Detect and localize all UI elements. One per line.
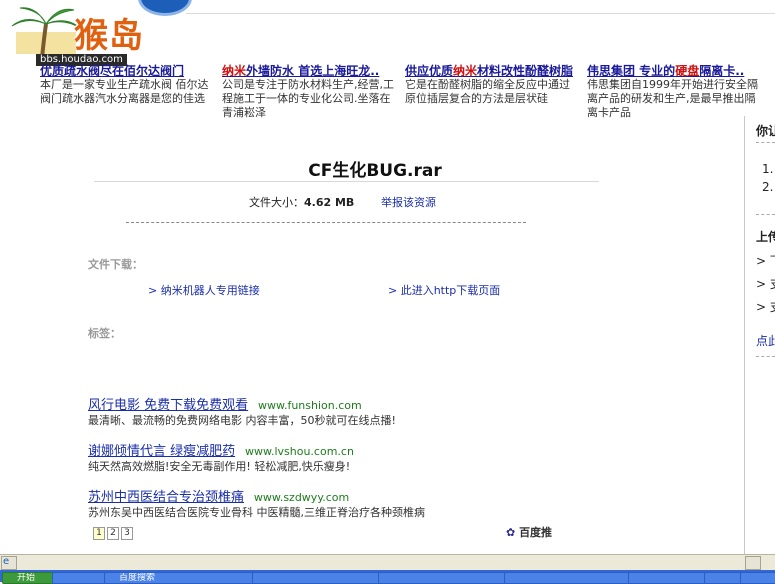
ad-top-title-red[interactable]: 纳米 bbox=[222, 64, 246, 78]
ad-bottom-desc: 最清晰、最流畅的免费网络电影 内容丰富，50秒就可在线点播! bbox=[88, 414, 396, 427]
pager-page-2[interactable]: 2 bbox=[107, 527, 119, 540]
ad-top-desc: 它是在酚醛树脂的缩全反应中通过原位插层复合的方法是层状硅 bbox=[405, 78, 570, 105]
ad-bottom-title[interactable]: 苏州中西医结合专治颈椎痛 bbox=[88, 490, 244, 505]
right-bullet-3[interactable]: > 支 bbox=[756, 298, 775, 315]
ad-top-title-pre[interactable]: 伟思集团 专业的 bbox=[587, 64, 675, 78]
pager-page-3[interactable]: 3 bbox=[121, 527, 133, 540]
pager: 123 bbox=[93, 524, 135, 540]
taskbar-item[interactable] bbox=[252, 572, 388, 584]
pager-page-1[interactable]: 1 bbox=[93, 527, 105, 540]
download-link-1[interactable]: > 纳米机器人专用链接 bbox=[148, 282, 260, 298]
download-label: 文件下载： bbox=[88, 258, 143, 271]
ad-bottom-desc: 纯天然高效燃脂!安全无毒副作用! 轻松减肥,快乐瘦身! bbox=[88, 460, 351, 473]
ad-top-title-red[interactable]: 硬盘 bbox=[675, 64, 699, 78]
ad-top-1[interactable]: 优质疏水阀尽在佰尔达阀门 本厂是一家专业生产疏水阀 佰尔达阀门疏水器汽水分离器是… bbox=[40, 64, 212, 106]
tags-label: 标签： bbox=[88, 327, 121, 340]
horizontal-scrollbar[interactable] bbox=[0, 554, 775, 571]
ad-bottom-title[interactable]: 风行电影 免费下载免费观看 bbox=[88, 398, 248, 413]
ad-bottom-3: 苏州中西医结合专治颈椎痛 www.szdwyy.com bbox=[88, 486, 349, 505]
right-bullet-1[interactable]: > 下 bbox=[756, 252, 775, 269]
ad-top-desc: 公司是专注于防水材料生产,经营,工程施工于一体的专业化公司.坐落在青浦崧泽 bbox=[222, 78, 394, 119]
file-size: 文件大小：4.62 MB bbox=[249, 194, 354, 210]
ad-bottom-url[interactable]: www.funshion.com bbox=[258, 399, 362, 412]
taskbar-item[interactable] bbox=[628, 572, 716, 584]
ad-top-title-pre[interactable]: 供应优质 bbox=[405, 64, 453, 78]
scroll-right-button[interactable] bbox=[745, 556, 761, 570]
ad-top-3[interactable]: 供应优质纳米材料改性酚醛树脂 它是在酚醛树脂的缩全反应中通过原位插层复合的方法是… bbox=[405, 64, 577, 106]
right-divider bbox=[756, 356, 775, 357]
report-link[interactable]: 举报该资源 bbox=[381, 194, 436, 210]
right-item-1[interactable]: 1. bbox=[762, 162, 773, 176]
ad-bottom-title[interactable]: 谢娜倾情代言 绿瘦减肥药 bbox=[88, 444, 235, 459]
ie-icon: e bbox=[3, 556, 10, 567]
logo-text: 猴岛 bbox=[74, 16, 144, 56]
taskbar-item[interactable] bbox=[740, 572, 775, 584]
download-link-2[interactable]: > 此进入http下载页面 bbox=[388, 282, 500, 298]
ad-top-4[interactable]: 伟思集团 专业的硬盘隔离卡.. 伟思集团自1999年开始进行安全隔离产品的研发和… bbox=[587, 64, 762, 120]
paw-icon: ✿ bbox=[506, 526, 516, 539]
baidu-promo: ✿ 百度推 bbox=[506, 524, 552, 540]
taskbar-item[interactable] bbox=[378, 572, 514, 584]
file-title: CF生化BUG.rar bbox=[308, 161, 442, 181]
ad-top-desc: 伟思集团自1999年开始进行安全隔离产品的研发和生产,是最早推出隔离卡产品 bbox=[587, 78, 758, 119]
right-heading-2: 上传 bbox=[756, 230, 775, 244]
ad-top-desc: 本厂是一家专业生产疏水阀 佰尔达阀门疏水器汽水分离器是您的佳选 bbox=[40, 78, 209, 105]
dashed-divider bbox=[126, 222, 526, 223]
content-divider bbox=[744, 116, 745, 554]
right-link[interactable]: 点此 bbox=[756, 332, 775, 349]
ad-top-title[interactable]: 外墙防水 首选上海旺龙.. bbox=[246, 64, 379, 78]
right-divider bbox=[756, 214, 775, 215]
right-heading-1: 你让 bbox=[756, 124, 775, 138]
ad-bottom-desc: 苏州东吴中西医结合医院专业骨科 中医精髓,三维正脊治疗各种颈椎病 bbox=[88, 506, 425, 519]
right-divider bbox=[756, 142, 775, 143]
right-item-2[interactable]: 2. bbox=[762, 180, 773, 194]
taskbar-item[interactable]: 百度搜索 bbox=[104, 572, 262, 584]
header-divider bbox=[186, 13, 775, 14]
ad-bottom-url[interactable]: www.lvshou.com.cn bbox=[245, 445, 354, 458]
ad-top-title[interactable]: 隔离卡.. bbox=[699, 64, 744, 78]
file-size-value: 4.62 MB bbox=[304, 196, 355, 209]
ad-top-title[interactable]: 优质疏水阀尽在佰尔达阀门 bbox=[40, 64, 184, 78]
title-underline bbox=[94, 181, 599, 182]
taskbar-item[interactable] bbox=[504, 572, 638, 584]
ad-bottom-1: 风行电影 免费下载免费观看 www.funshion.com bbox=[88, 394, 362, 413]
ad-top-2[interactable]: 纳米外墙防水 首选上海旺龙.. 公司是专注于防水材料生产,经营,工程施工于一体的… bbox=[222, 64, 397, 120]
baidu-label[interactable]: 百度推 bbox=[519, 526, 552, 539]
ad-top-title-red[interactable]: 纳米 bbox=[453, 64, 477, 78]
ad-bottom-2: 谢娜倾情代言 绿瘦减肥药 www.lvshou.com.cn bbox=[88, 440, 354, 459]
ad-bottom-url[interactable]: www.szdwyy.com bbox=[254, 491, 349, 504]
ad-top-title[interactable]: 材料改性酚醛树脂 bbox=[477, 64, 573, 78]
right-bullet-2[interactable]: > 支 bbox=[756, 275, 775, 292]
file-size-label: 文件大小： bbox=[249, 196, 304, 209]
